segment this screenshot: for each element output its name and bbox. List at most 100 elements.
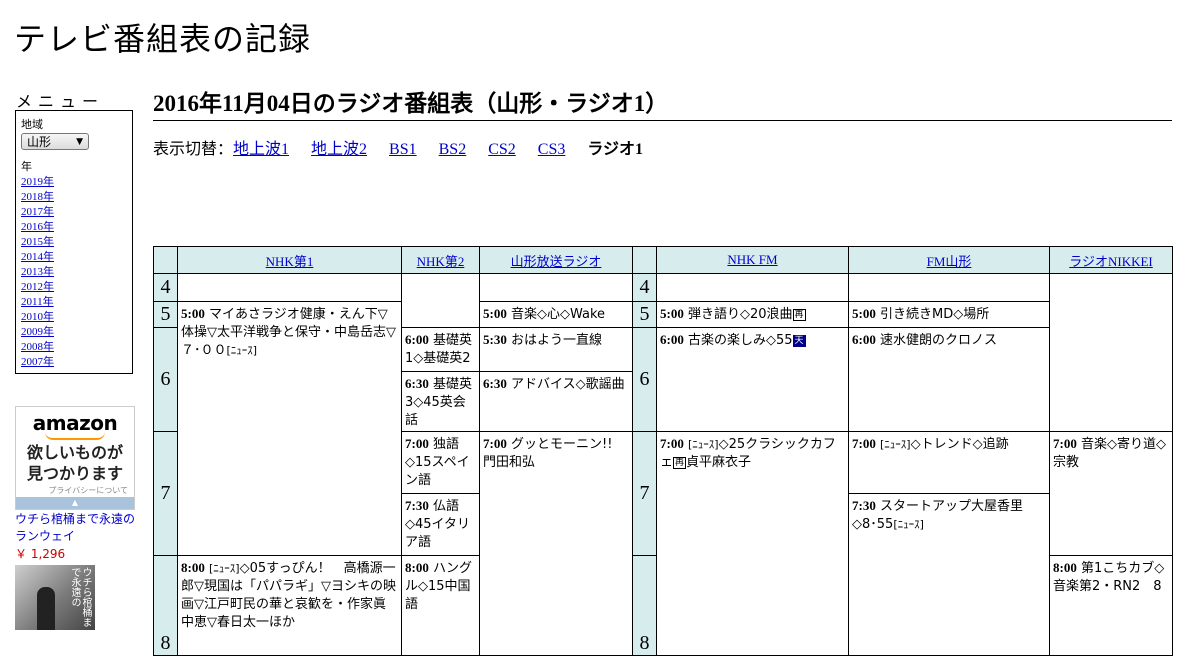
program-time: 6:00 [852,332,876,347]
program-cell[interactable]: 8:00 [ﾆｭｰｽ]◇05すっぴん！ 高橋源一郎▽現国は「パパラギ」▽ヨシキの… [177,555,402,656]
program-cell-split: 6:00 基礎英1◇基礎英2 6:30 基礎英3◇45英会話 [401,327,480,432]
program-cell[interactable]: 7:00 [ﾆｭｰｽ]◇25クラシックカフェ再貞平麻衣子 [656,431,849,656]
book-cover-text: ウチら棺桶まで永遠の [69,567,91,627]
header-blank [632,246,657,274]
program-cell[interactable]: 7:30 仏語◇45イタリア語 [402,494,479,555]
program-time: 6:00 [405,332,429,347]
program-cell[interactable]: 8:00 第1こちカブ◇音楽第2・RN2 8 [1049,555,1173,656]
program-cell[interactable]: 5:00 弾き語り◇20浪曲再 [656,301,849,328]
view-switcher: 表示切替：地上波1 地上波2 BS1 BS2 CS2 CS3 ラジオ1 [153,135,643,159]
region-select[interactable]: 山形 ▼ [21,133,89,150]
chevron-up-icon: ▲ [71,498,79,507]
year-link[interactable]: 2012年 [21,281,54,293]
news-label: [ﾆｭｰｽ] [687,438,719,451]
channel-link-nhk1[interactable]: NHK第1 [266,254,314,269]
switch-link-cs2[interactable]: CS2 [488,141,516,158]
year-link[interactable]: 2007年 [21,356,54,368]
book-cover-image[interactable]: ウチら棺桶まで永遠の [15,565,95,630]
hour-label: 8 [153,555,178,656]
program-time: 5:00 [483,306,507,321]
program-title: マイあさラジオ健康・えん下▽体操▽太平洋戦争と保守・中島岳志▽７･００ [181,307,396,358]
region-label: 地域 [21,118,43,131]
hour-label: 5 [632,301,657,328]
program-time: 7:30 [852,498,876,513]
program-title: ◇トレンド◇追跡 [910,437,1009,452]
channel-link-nhkfm[interactable]: NHK FM [727,252,777,267]
channel-link-radionikkei[interactable]: ラジオNIKKEI [1069,254,1153,269]
hour-label: 7 [153,431,178,556]
channel-header-row: NHK第1 NHK第2 山形放送ラジオ NHK FM FM山形 ラジオNIKKE… [153,246,1173,274]
program-time: 7:00 [405,436,429,451]
ad-slogan-line-2: 見つかります [26,464,123,483]
year-link[interactable]: 2016年 [21,221,54,233]
book-title-link[interactable]: ウチら棺桶まで永遠のランウェイ [15,511,140,545]
program-cell[interactable]: 5:00 マイあさラジオ健康・えん下▽体操▽太平洋戦争と保守・中島岳志▽７･００… [177,301,402,556]
year-link[interactable]: 2018年 [21,191,54,203]
header-blank [153,246,178,274]
program-cell[interactable]: 8:00 ハングル◇15中国語 [401,555,480,656]
ad-privacy-link[interactable]: プライバシーについて [48,485,128,496]
hour-label: 6 [632,327,657,432]
program-cell-empty [848,273,1050,302]
menu-label: メニュー [16,92,105,111]
program-cell[interactable]: 6:00 速水健朗のクロノス [848,327,1050,432]
switch-link-terrestrial-1[interactable]: 地上波1 [233,141,289,158]
switch-link-bs2[interactable]: BS2 [439,141,467,158]
program-cell[interactable]: 5:00 音楽◇心◇Wake [479,301,633,328]
year-link[interactable]: 2013年 [21,266,54,278]
news-label: [ﾆｭｰｽ] [208,562,240,575]
program-title: アドバイス◇歌謡曲 [510,377,625,392]
menu-box: 地域 山形 ▼ 年 2019年 2018年 2017年 2016年 2015年 … [15,110,133,374]
program-cell[interactable]: 5:30 おはよう一直線 [480,328,632,372]
year-link[interactable]: 2017年 [21,206,54,218]
channel-header: FM山形 [848,246,1050,274]
year-link[interactable]: 2019年 [21,176,54,188]
year-link[interactable]: 2015年 [21,236,54,248]
program-cell[interactable]: 7:00 音楽◇寄り道◇宗教 [1049,431,1173,556]
program-time: 5:00 [852,306,876,321]
ad-expand-bar[interactable]: ▲ [16,497,134,509]
hour-label: 5 [153,301,178,328]
channel-link-ybc[interactable]: 山形放送ラジオ [511,254,602,269]
book-price: ￥ 1,296 [15,547,66,561]
amazon-ad[interactable]: amazon 欲しいものが 見つかります プライバシーについて ▲ [15,406,135,510]
program-time: 6:30 [483,376,507,391]
channel-header: ラジオNIKKEI [1049,246,1173,274]
switch-link-bs1[interactable]: BS1 [389,141,417,158]
cover-figure-icon [37,587,55,630]
program-time: 8:00 [1053,560,1077,575]
year-link[interactable]: 2014年 [21,251,54,263]
program-title: スタートアップ大屋香里◇8･55 [852,499,1023,532]
region-select-value: 山形 [27,135,52,149]
switch-link-cs3[interactable]: CS3 [538,141,566,158]
program-cell[interactable]: 5:00 引き続きMD◇場所 [848,301,1050,328]
program-cell-empty [401,273,480,328]
hour-label: 7 [632,431,657,556]
program-cell[interactable]: 6:00 基礎英1◇基礎英2 [402,328,479,372]
program-title: 引き続きMD◇場所 [879,307,990,322]
program-cell-empty [1049,273,1173,432]
program-time: 7:30 [405,498,429,513]
year-link[interactable]: 2010年 [21,311,54,323]
program-cell[interactable]: 7:00 グッとモーニン!! 門田和弘 [479,431,633,656]
table-row: 4 4 [153,273,1173,432]
program-cell[interactable]: 7:00 独語◇15スペイン語 [402,432,479,494]
program-time: 8:00 [405,560,429,575]
ad-slogan-line-1: 欲しいものが [26,443,123,462]
site-title: テレビ番組表の記録 [14,20,312,58]
channel-header: NHK第2 [401,246,480,274]
channel-link-nhk2[interactable]: NHK第2 [417,254,465,269]
year-link[interactable]: 2008年 [21,341,54,353]
switch-current: ラジオ1 [587,141,644,158]
program-cell[interactable]: 6:00 古楽の楽しみ◇55 天 [656,327,849,432]
program-cell[interactable]: 6:30 アドバイス◇歌謡曲 [480,372,632,431]
program-cell[interactable]: 7:30 スタートアップ大屋香里◇8･55[ﾆｭｰｽ] [849,494,1049,624]
program-cell[interactable]: 7:00 [ﾆｭｰｽ]◇トレンド◇追跡 [849,432,1049,494]
program-time: 8:00 [181,560,205,575]
program-time: 6:30 [405,376,429,391]
channel-link-fmyamagata[interactable]: FM山形 [927,254,972,269]
year-link[interactable]: 2011年 [21,296,54,308]
program-cell[interactable]: 6:30 基礎英3◇45英会話 [402,372,479,431]
year-link[interactable]: 2009年 [21,326,54,338]
switch-link-terrestrial-2[interactable]: 地上波2 [311,141,367,158]
